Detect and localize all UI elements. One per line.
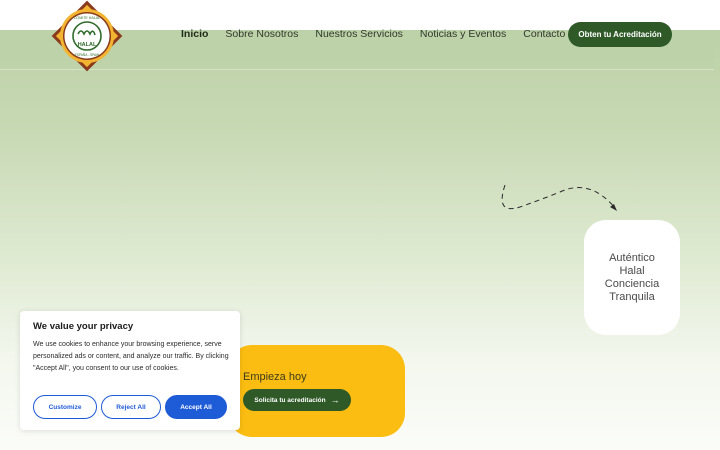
customize-button[interactable]: Customize: [33, 395, 97, 419]
badge-line-1: Auténtico: [609, 251, 655, 264]
request-accreditation-label: Solicita tu acreditación: [254, 396, 326, 404]
page: HALAL COMITE HALAL ESPAÑA - SPAIN Inicio…: [0, 0, 720, 450]
nav-item-sobre-nosotros[interactable]: Sobre Nosotros: [225, 28, 298, 40]
cookie-description: We use cookies to enhance your browsing …: [33, 341, 229, 372]
halal-logo[interactable]: HALAL COMITE HALAL ESPAÑA - SPAIN: [50, 0, 124, 72]
authentic-halal-badge: Auténtico Halal Conciencia Tranquila: [584, 220, 680, 335]
cookie-actions: Customize Reject All Accept All: [33, 395, 227, 419]
badge-line-4: Tranquila: [609, 290, 655, 303]
nav-item-nuestros-servicios[interactable]: Nuestros Servicios: [315, 28, 403, 40]
main-nav: Inicio Sobre Nosotros Nuestros Servicios…: [181, 28, 565, 40]
logo-center-text: HALAL: [78, 42, 97, 48]
arrow-right-icon: →: [330, 394, 340, 405]
cookie-title: We value your privacy: [33, 321, 134, 332]
request-accreditation-button[interactable]: Solicita tu acreditación →: [243, 389, 351, 411]
badge-line-2: Halal: [619, 264, 645, 277]
nav-item-contacto[interactable]: Contacto: [523, 28, 565, 40]
badge-line-3: Conciencia: [604, 277, 660, 290]
logo-bottom-text: ESPAÑA - SPAIN: [75, 52, 100, 57]
reject-all-button[interactable]: Reject All: [101, 395, 161, 419]
cookie-consent-banner: We value your privacy We use cookies to …: [20, 311, 240, 430]
logo-top-text: COMITE HALAL: [74, 16, 100, 20]
accept-all-button[interactable]: Accept All: [165, 395, 227, 419]
nav-item-noticias-eventos[interactable]: Noticias y Eventos: [420, 28, 506, 40]
start-today-heading: Empieza hoy: [243, 371, 307, 383]
dashed-arrow-decoration: [501, 184, 617, 211]
get-accreditation-button[interactable]: Obten tu Acreditación: [568, 22, 672, 47]
start-today-card: Empieza hoy Solicita tu acreditación →: [228, 345, 405, 437]
nav-item-inicio[interactable]: Inicio: [181, 28, 208, 40]
